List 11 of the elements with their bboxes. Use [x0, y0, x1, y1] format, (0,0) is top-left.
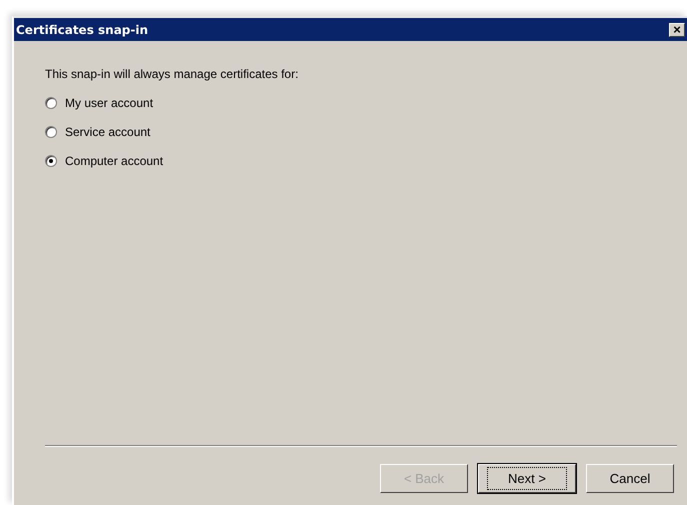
close-button[interactable]: × — [669, 22, 685, 36]
radio-label[interactable]: My user account — [65, 94, 154, 112]
radio-button[interactable] — [45, 126, 57, 138]
radio-label[interactable]: Computer account — [65, 152, 164, 170]
dialog-button[interactable]: Cancel — [586, 464, 674, 493]
radio-label[interactable]: Service account — [65, 123, 150, 141]
dialog-button[interactable]: Next > — [478, 464, 576, 493]
radio-button[interactable] — [45, 155, 57, 167]
prompt-text: This snap-in will always manage certificates for: — [45, 66, 300, 83]
window-title: Certificates snap-in — [16, 22, 150, 38]
radio-button[interactable] — [45, 97, 57, 109]
